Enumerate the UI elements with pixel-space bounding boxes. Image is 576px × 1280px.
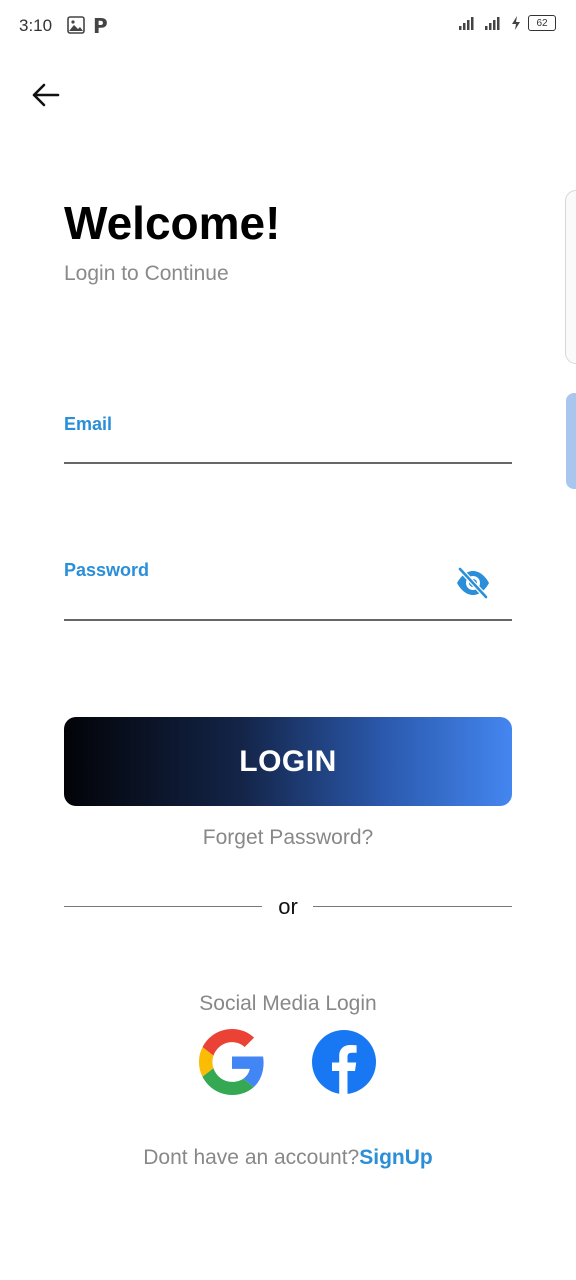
signup-row: Dont have an account?SignUp [0,1146,576,1170]
arrow-left-icon[interactable] [28,78,62,112]
edge-panel[interactable] [565,190,576,364]
or-label: or [278,894,298,919]
signal-icon [485,17,500,30]
google-icon[interactable] [199,1029,265,1095]
battery-icon: 62 [528,15,556,31]
status-time: 3:10 [19,16,53,35]
signup-link[interactable]: SignUp [359,1146,433,1169]
login-button-label: LOGIN [239,744,337,778]
signup-prompt: Dont have an account? [143,1146,360,1169]
social-login-label: Social Media Login [199,992,377,1015]
password-underline [64,619,512,621]
page-subtitle: Login to Continue [64,262,229,285]
eye-off-icon[interactable] [455,566,491,600]
status-bar: 3:10 P 62 [0,0,576,52]
password-label: Password [64,560,150,580]
edge-handle[interactable] [566,393,576,489]
password-input[interactable] [64,588,448,618]
charging-icon [512,16,520,30]
email-input[interactable] [64,432,448,462]
divider-right [313,906,512,907]
forgot-password-link[interactable]: Forget Password? [0,826,576,850]
email-underline [64,462,512,464]
page-title: Welcome! [64,197,281,249]
status-right: 62 [458,15,556,31]
gallery-icon [67,16,85,34]
facebook-icon[interactable] [311,1029,377,1095]
p-icon: P [93,14,108,38]
signal-icon [459,17,474,30]
login-button[interactable]: LOGIN [64,717,512,806]
